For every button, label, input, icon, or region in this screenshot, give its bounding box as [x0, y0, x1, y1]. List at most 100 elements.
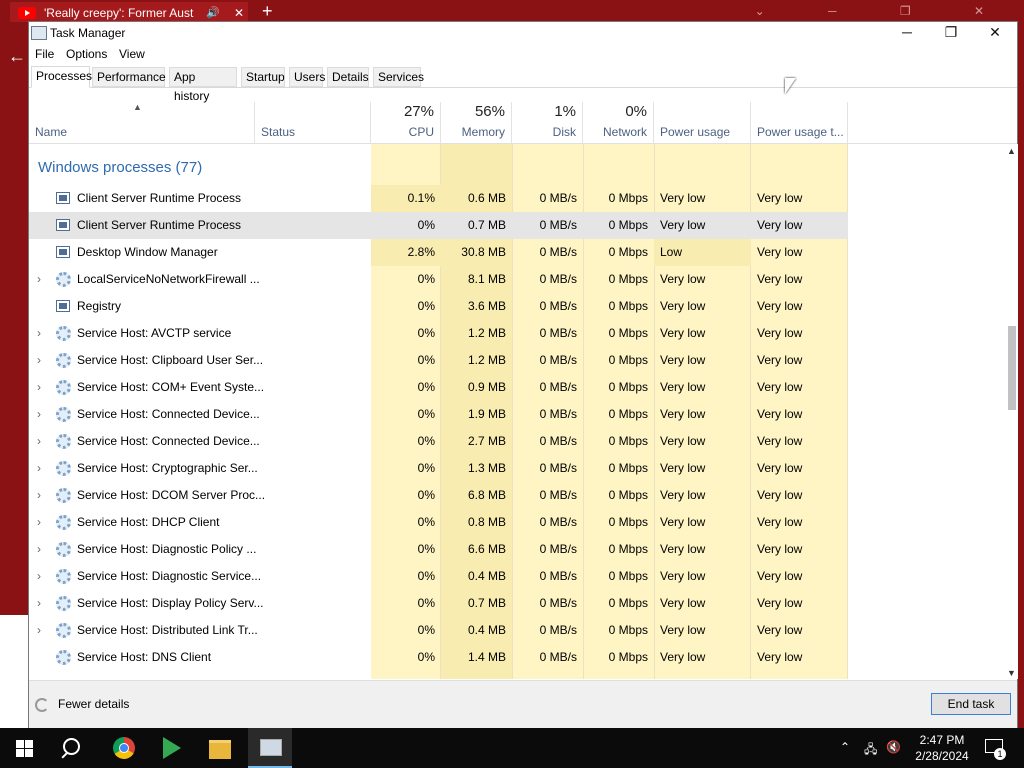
gear-icon — [56, 623, 71, 638]
maximize-button[interactable]: ❐ — [929, 22, 973, 44]
search-icon[interactable] — [50, 728, 94, 768]
cpu-cell: 0% — [417, 596, 435, 610]
scroll-down-icon[interactable]: ▼ — [1007, 668, 1016, 678]
scroll-up-icon[interactable]: ▲ — [1007, 146, 1016, 156]
vertical-scrollbar[interactable]: ▲ ▼ — [1004, 144, 1018, 679]
back-arrow-icon[interactable]: ← — [8, 46, 26, 67]
chrome-icon[interactable] — [102, 728, 146, 768]
network-cell: 0 Mbps — [608, 353, 648, 367]
table-row[interactable]: › LocalServiceNoNetworkFirewall ... 0% 8.1 … — [29, 266, 848, 293]
table-row[interactable]: › Service Host: Display Policy Serv... 0% 0… — [29, 590, 848, 617]
expand-chevron-icon[interactable]: › — [37, 401, 41, 428]
column-power-label: Power usage — [660, 125, 731, 139]
taskbar: ⌃ 🖧 🔇 2:47 PM 2/28/2024 1 — [0, 728, 1024, 768]
file-explorer-icon[interactable] — [198, 728, 242, 768]
expand-chevron-icon[interactable]: › — [37, 374, 41, 401]
play-store-icon[interactable] — [150, 728, 194, 768]
expand-chevron-icon[interactable]: › — [37, 266, 41, 293]
close-button[interactable]: ✕ — [973, 22, 1017, 44]
tab-details[interactable]: Details — [327, 67, 369, 87]
expand-chevron-icon[interactable]: › — [37, 320, 41, 347]
table-row[interactable]: Registry 0% 3.6 MB 0 MB/s 0 Mbps Very low Very… — [29, 293, 848, 320]
power-trend-cell: Very low — [757, 245, 803, 259]
column-power-trend[interactable]: Power usage t... — [751, 102, 848, 143]
table-row[interactable]: › Service Host: DCOM Server Proc... 0% 6.8 … — [29, 482, 848, 509]
tab-performance[interactable]: Performance — [92, 67, 166, 87]
minimize-button[interactable]: ─ — [885, 22, 929, 44]
expand-chevron-icon[interactable]: › — [37, 347, 41, 374]
new-tab-button[interactable]: + — [262, 0, 273, 22]
end-task-button[interactable]: End task — [931, 693, 1011, 715]
table-row[interactable]: › Service Host: Diagnostic Service... 0% 0.… — [29, 563, 848, 590]
table-row[interactable]: › Service Host: Distributed Link Tr... 0% 0… — [29, 617, 848, 644]
tab-processes[interactable]: Processes — [31, 66, 92, 88]
table-row[interactable]: › Service Host: Clipboard User Ser... 0% 1.… — [29, 347, 848, 374]
notification-icon[interactable]: 1 — [982, 736, 1006, 760]
memory-cell: 0.7 MB — [467, 596, 506, 610]
expand-chevron-icon[interactable]: › — [37, 590, 41, 617]
tab-startup[interactable]: Startup — [241, 67, 285, 87]
menu-view[interactable]: View — [119, 47, 145, 61]
group-header-windows-processes[interactable]: Windows processes (77) — [38, 159, 202, 176]
windows-start-icon[interactable] — [0, 728, 48, 768]
title-bar[interactable]: Task Manager ─ ❐ ✕ — [29, 22, 1017, 44]
gear-icon — [56, 542, 71, 557]
tab-app-history[interactable]: App history — [169, 67, 237, 103]
column-cpu[interactable]: 27% CPU — [371, 102, 441, 143]
table-row[interactable]: › Service Host: Cryptographic Ser... 0% 1.3… — [29, 455, 848, 482]
table-row[interactable]: › Service Host: Connected Device... 0% 1.9 … — [29, 401, 848, 428]
column-status[interactable]: Status — [255, 102, 371, 143]
expand-chevron-icon[interactable]: › — [37, 509, 41, 536]
table-row[interactable]: › Service Host: COM+ Event Syste... 0% 0.9 … — [29, 374, 848, 401]
process-name: Service Host: COM+ Event Syste... — [77, 380, 265, 394]
disk-cell: 0 MB/s — [539, 515, 577, 529]
power-trend-cell: Very low — [757, 515, 803, 529]
expand-chevron-icon[interactable]: › — [37, 617, 41, 644]
column-memory[interactable]: 56% Memory — [441, 102, 512, 143]
process-name: Service Host: DHCP Client — [77, 515, 220, 529]
power-trend-cell: Very low — [757, 488, 803, 502]
menu-options[interactable]: Options — [66, 47, 107, 61]
chevron-up-icon[interactable]: ⌃ — [840, 740, 850, 754]
clock[interactable]: 2:47 PM 2/28/2024 — [910, 732, 974, 764]
footer-bar: Fewer details End task — [29, 680, 1017, 728]
memory-cell: 0.7 MB — [467, 218, 506, 232]
process-name: Service Host: Diagnostic Service... — [77, 569, 262, 583]
cpu-cell: 0% — [417, 569, 435, 583]
memory-cell: 0.8 MB — [467, 515, 506, 529]
menu-bar: File Options View — [29, 44, 1017, 64]
network-icon[interactable]: 🖧 — [864, 740, 877, 761]
volume-muted-icon[interactable]: 🔇 — [886, 740, 901, 754]
table-row[interactable]: › Service Host: AVCTP service 0% 1.2 MB 0 MB… — [29, 320, 848, 347]
expand-chevron-icon[interactable]: › — [37, 482, 41, 509]
table-row[interactable]: Client Server Runtime Process 0.1% 0.6 MB 0… — [29, 185, 848, 212]
expand-chevron-icon[interactable]: › — [37, 563, 41, 590]
power-usage-cell: Very low — [660, 650, 706, 664]
column-cpu-label: CPU — [408, 125, 434, 139]
column-network[interactable]: 0% Network — [583, 102, 654, 143]
power-trend-cell: Very low — [757, 326, 803, 340]
table-row[interactable]: › Service Host: Connected Device... 0% 2.7 … — [29, 428, 848, 455]
table-row[interactable]: Service Host: DNS Client 0% 1.4 MB 0 MB/s 0 … — [29, 644, 848, 671]
table-row[interactable]: Client Server Runtime Process 0% 0.7 MB 0 M… — [29, 212, 848, 239]
column-disk[interactable]: 1% Disk — [512, 102, 583, 143]
expand-chevron-icon[interactable]: › — [37, 428, 41, 455]
expand-chevron-icon[interactable]: › — [37, 536, 41, 563]
table-row[interactable]: › Service Host: Diagnostic Policy ... 0% 6.… — [29, 536, 848, 563]
power-usage-cell: Very low — [660, 272, 706, 286]
tab-services[interactable]: Services — [373, 67, 424, 87]
clock-time: 2:47 PM — [919, 733, 965, 747]
column-power-usage[interactable]: Power usage — [654, 102, 751, 143]
task-manager-icon[interactable] — [248, 728, 292, 768]
table-row[interactable]: Desktop Window Manager 2.8% 30.8 MB 0 MB/s 0… — [29, 239, 848, 266]
network-cell: 0 Mbps — [608, 245, 648, 259]
menu-file[interactable]: File — [35, 47, 54, 61]
scroll-thumb[interactable] — [1008, 326, 1016, 410]
expand-chevron-icon[interactable]: › — [37, 455, 41, 482]
disk-cell: 0 MB/s — [539, 299, 577, 313]
tab-users[interactable]: Users — [289, 67, 325, 87]
column-name[interactable]: Name — [29, 102, 255, 143]
column-network-label: Network — [602, 125, 647, 139]
fewer-details-link[interactable]: Fewer details — [35, 697, 129, 712]
table-row[interactable]: › Service Host: DHCP Client 0% 0.8 MB 0 MB/s… — [29, 509, 848, 536]
